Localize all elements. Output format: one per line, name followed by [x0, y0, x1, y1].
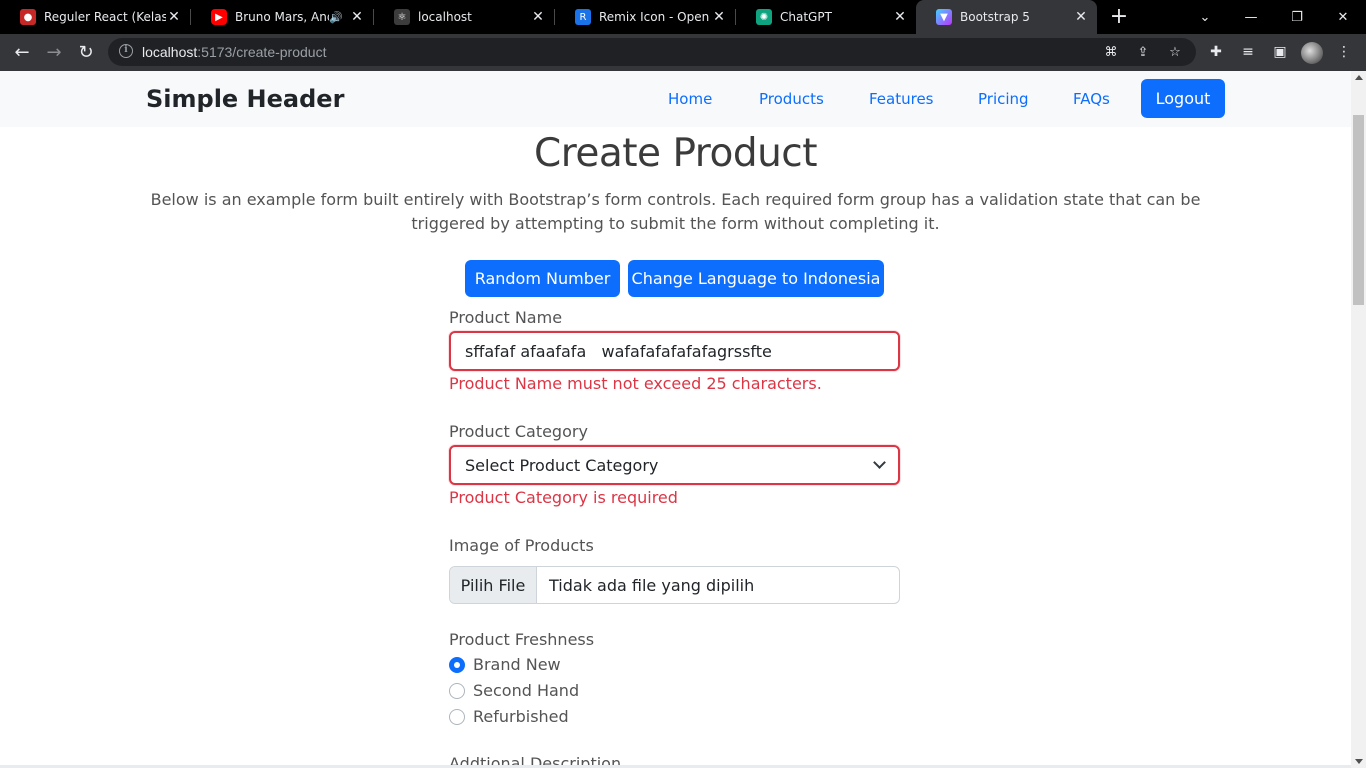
restore-icon[interactable]: ❐	[1274, 0, 1320, 34]
radio-checked-icon[interactable]	[449, 656, 465, 673]
product-name-value: sffafaf afaafafa wafafafafafafagrssfte	[465, 341, 772, 361]
speaker-icon[interactable]: 🔊	[329, 11, 343, 24]
url-text[interactable]: localhost:5173/create-product	[142, 44, 326, 60]
browser-tab[interactable]: ⚛ localhost ✕	[374, 0, 554, 34]
product-name-label: Product Name	[449, 308, 563, 327]
tab-title: localhost	[418, 10, 472, 24]
close-icon[interactable]: ✕	[1073, 9, 1089, 25]
share-icon[interactable]: ⇪	[1135, 45, 1151, 61]
address-bar[interactable]: i localhost:5173/create-product ⌘ ⇪ ☆	[108, 38, 1196, 66]
nav-link-features[interactable]: Features	[869, 90, 934, 108]
close-window-icon[interactable]: ✕	[1320, 0, 1366, 34]
nav-link-home[interactable]: Home	[668, 90, 712, 108]
nav-link-faqs[interactable]: FAQs	[1073, 90, 1110, 108]
image-file-input[interactable]: Pilih File Tidak ada file yang dipilih	[449, 566, 900, 604]
freshness-option-second-hand[interactable]: Second Hand	[449, 681, 579, 700]
side-panel-icon[interactable]: ▣	[1271, 43, 1289, 61]
tab-title: Bruno Mars, Ande	[235, 10, 329, 24]
browser-tab[interactable]: ● Reguler React (Kelas A ✕	[0, 0, 190, 34]
product-category-value: Select Product Category	[465, 455, 659, 475]
page-viewport: Simple Header Home Products Features Pri…	[0, 71, 1351, 768]
freshness-option-refurbished[interactable]: Refurbished	[449, 707, 569, 726]
browser-tab[interactable]: ▶ Bruno Mars, Ande 🔊 ✕	[191, 0, 373, 34]
close-icon[interactable]: ✕	[530, 9, 546, 25]
translate-icon[interactable]: ⌘	[1103, 45, 1119, 61]
radio-icon[interactable]	[449, 682, 465, 699]
page-title: Create Product	[533, 131, 818, 176]
info-icon[interactable]: i	[119, 44, 133, 58]
minimize-icon[interactable]: —	[1228, 0, 1274, 34]
image-label: Image of Products	[449, 536, 594, 555]
product-category-error: Product Category is required	[449, 488, 678, 507]
scrollbar-thumb[interactable]	[1353, 115, 1364, 305]
product-name-error: Product Name must not exceed 25 characte…	[449, 374, 822, 393]
random-number-button[interactable]: Random Number	[465, 260, 620, 297]
radio-icon[interactable]	[449, 708, 465, 725]
page-description: Below is an example form built entirely …	[150, 190, 1201, 233]
browser-toolbar: ← → ↻ i localhost:5173/create-product ⌘ …	[0, 34, 1366, 71]
freshness-option-brand-new[interactable]: Brand New	[449, 655, 561, 674]
reload-icon[interactable]: ↻	[72, 38, 100, 66]
browser-tab-active[interactable]: ▼ Bootstrap 5 ✕	[916, 0, 1097, 34]
extensions-icon[interactable]: ✚	[1207, 43, 1225, 61]
brand-title[interactable]: Simple Header	[146, 85, 344, 113]
remix-icon: R	[575, 9, 591, 25]
logout-button[interactable]: Logout	[1141, 79, 1225, 118]
browser-tab[interactable]: R Remix Icon - Open so ✕	[555, 0, 735, 34]
freshness-label: Product Freshness	[449, 630, 595, 649]
tab-title: Remix Icon - Open so	[599, 10, 711, 24]
menu-icon[interactable]: ⋮	[1335, 43, 1353, 61]
youtube-icon: ▶	[211, 9, 227, 25]
browser-tab[interactable]: ✺ ChatGPT ✕	[736, 0, 916, 34]
close-icon[interactable]: ✕	[349, 9, 365, 25]
close-icon[interactable]: ✕	[711, 9, 727, 25]
choose-file-button[interactable]: Pilih File	[450, 567, 537, 603]
nav-link-products[interactable]: Products	[759, 90, 824, 108]
site-header: Simple Header Home Products Features Pri…	[0, 71, 1351, 127]
profile-avatar[interactable]	[1301, 42, 1323, 64]
back-icon[interactable]: ←	[8, 38, 36, 66]
vite-icon: ▼	[936, 9, 952, 25]
chevron-down-icon	[873, 456, 886, 469]
nav-link-pricing[interactable]: Pricing	[978, 90, 1029, 108]
page-scrollbar[interactable]	[1351, 71, 1366, 768]
product-category-label: Product Category	[449, 422, 588, 441]
product-category-select[interactable]: Select Product Category	[449, 445, 900, 485]
bookmark-star-icon[interactable]: ☆	[1167, 45, 1183, 61]
drop-icon: ●	[20, 9, 36, 25]
scroll-up-icon[interactable]	[1355, 75, 1363, 80]
chevron-down-icon[interactable]: ⌄	[1182, 0, 1228, 34]
product-name-input[interactable]: sffafaf afaafafa wafafafafafafagrssfte	[449, 331, 900, 371]
media-queue-icon[interactable]: ≡	[1239, 43, 1257, 61]
radio-label: Brand New	[473, 655, 561, 674]
tab-title: ChatGPT	[780, 10, 832, 24]
radio-label: Refurbished	[473, 707, 569, 726]
react-icon: ⚛	[394, 9, 410, 25]
tab-title: Reguler React (Kelas A	[44, 10, 166, 24]
scroll-down-icon[interactable]	[1355, 759, 1363, 764]
close-icon[interactable]: ✕	[166, 9, 182, 25]
forward-icon[interactable]: →	[40, 38, 68, 66]
radio-label: Second Hand	[473, 681, 580, 700]
tab-title: Bootstrap 5	[960, 10, 1030, 24]
file-status: Tidak ada file yang dipilih	[549, 575, 755, 595]
chatgpt-icon: ✺	[756, 9, 772, 25]
close-icon[interactable]: ✕	[892, 9, 908, 25]
change-language-button[interactable]: Change Language to Indonesia	[628, 260, 884, 297]
new-tab-button[interactable]: +	[1106, 4, 1132, 30]
url-host: localhost	[142, 44, 198, 60]
url-path: :5173/create-product	[197, 44, 327, 60]
browser-tab-bar: ● Reguler React (Kelas A ✕ ▶ Bruno Mars,…	[0, 0, 1366, 34]
